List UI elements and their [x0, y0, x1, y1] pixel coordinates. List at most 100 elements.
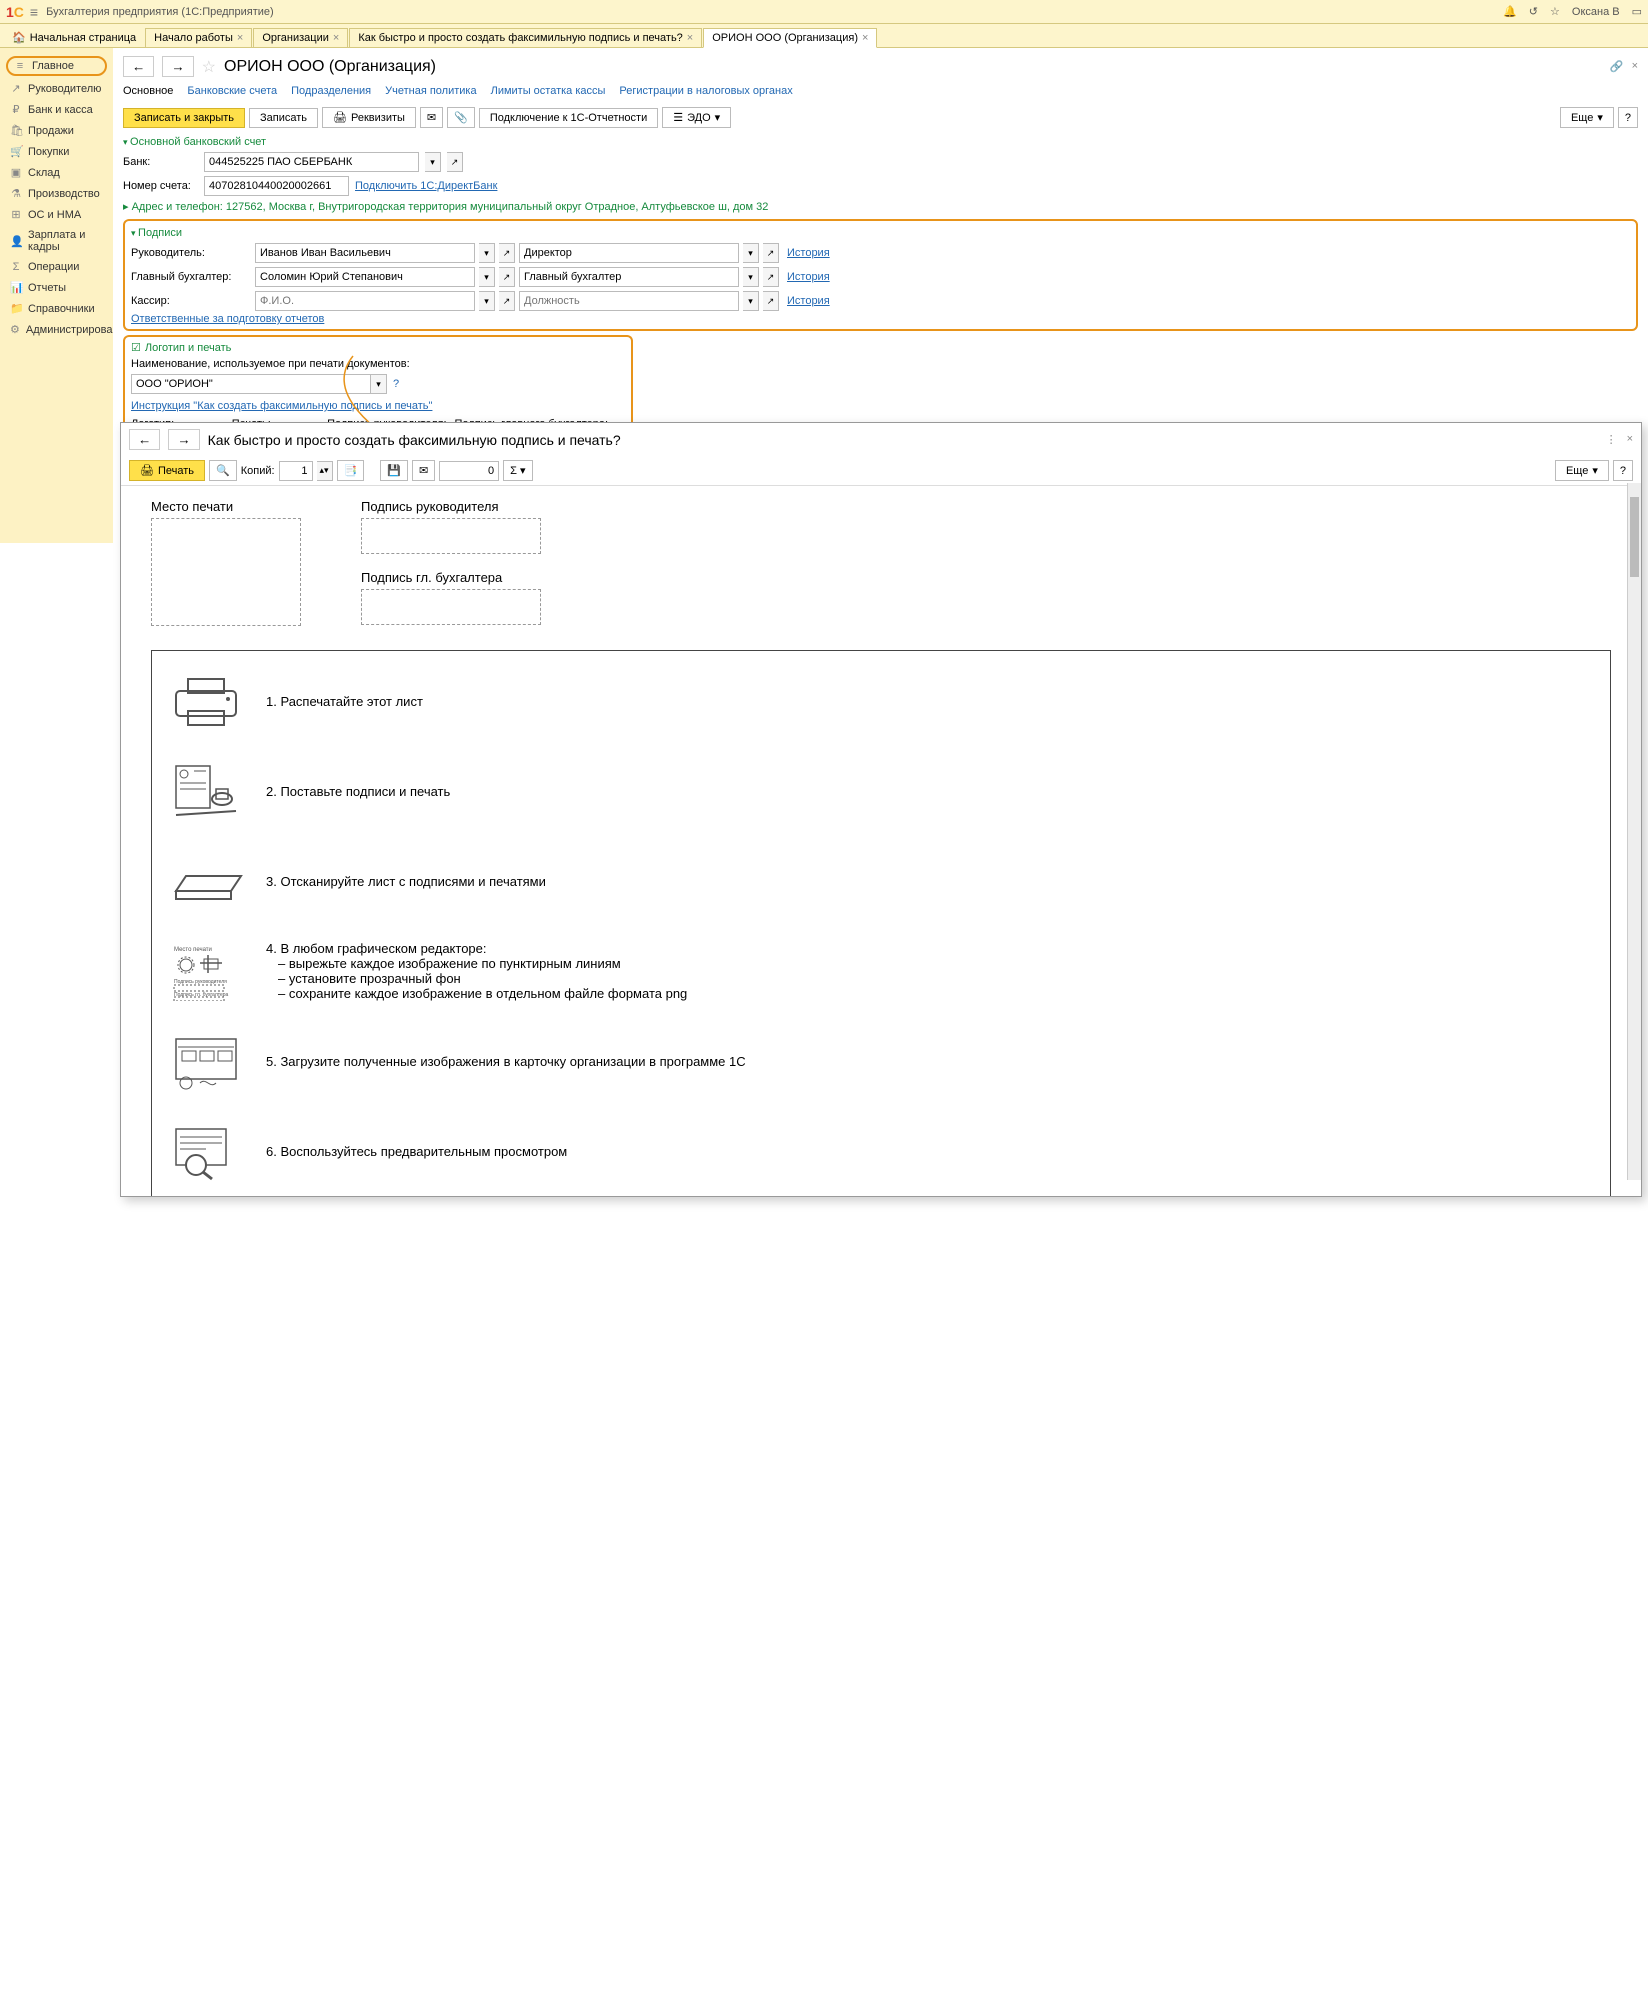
- dropdown-icon[interactable]: ▾: [479, 243, 495, 263]
- sidebar-item-warehouse[interactable]: ▣Склад: [0, 162, 113, 183]
- link-icon[interactable]: 🔗: [1610, 60, 1624, 73]
- sidebar-item-main[interactable]: ≡Главное: [6, 56, 107, 76]
- sidebar-item-salary[interactable]: 👤Зарплата и кадры: [0, 225, 113, 257]
- dropdown-icon[interactable]: ▾: [425, 152, 441, 172]
- favorite-icon[interactable]: ☆: [202, 57, 216, 77]
- dropdown-icon[interactable]: ▾: [743, 267, 759, 287]
- scrollbar[interactable]: [1627, 483, 1641, 1180]
- history-link[interactable]: История: [787, 295, 830, 307]
- close-icon[interactable]: ×: [862, 32, 868, 44]
- subnav-limits[interactable]: Лимиты остатка кассы: [491, 85, 606, 97]
- back-button[interactable]: ←: [129, 429, 160, 450]
- section-bank[interactable]: Основной банковский счет: [123, 134, 1638, 150]
- forward-button[interactable]: →: [168, 429, 199, 450]
- copies-input[interactable]: [279, 461, 313, 481]
- edo-button[interactable]: ☰ ЭДО ▾: [662, 107, 731, 128]
- help-button[interactable]: ?: [1613, 460, 1633, 481]
- open-icon[interactable]: ↗: [447, 152, 463, 172]
- attach-button[interactable]: 📎: [447, 107, 475, 128]
- directbank-link[interactable]: Подключить 1С:ДиректБанк: [355, 180, 497, 192]
- print-name-input[interactable]: [131, 374, 371, 394]
- section-address[interactable]: ▸ Адрес и телефон: 127562, Москва г, Вну…: [123, 200, 768, 213]
- star-icon[interactable]: ☆: [1550, 5, 1560, 18]
- sidebar-item-bank[interactable]: ₽Банк и касса: [0, 99, 113, 120]
- close-icon[interactable]: ×: [687, 32, 693, 44]
- ruk-name-input[interactable]: [255, 243, 475, 263]
- subnav-dept[interactable]: Подразделения: [291, 85, 371, 97]
- close-icon[interactable]: ×: [237, 32, 243, 44]
- history-link[interactable]: История: [787, 247, 830, 259]
- zero-input[interactable]: [439, 461, 499, 481]
- burger-icon[interactable]: ≡: [30, 4, 38, 20]
- tab-fax[interactable]: Как быстро и просто создать факсимильную…: [349, 28, 702, 47]
- open-icon[interactable]: ↗: [499, 291, 515, 311]
- more-button[interactable]: Еще ▾: [1560, 107, 1614, 128]
- connect-1c-button[interactable]: Подключение к 1С-Отчетности: [479, 108, 658, 128]
- open-icon[interactable]: ↗: [499, 243, 515, 263]
- subnav-main[interactable]: Основное: [123, 85, 173, 97]
- sidebar-item-admin[interactable]: ⚙Администрирование: [0, 319, 113, 340]
- acct-input[interactable]: [204, 176, 349, 196]
- open-icon[interactable]: ↗: [763, 267, 779, 287]
- sidebar-item-assets[interactable]: ⊞ОС и НМА: [0, 204, 113, 225]
- buh-pos-input[interactable]: [519, 267, 739, 287]
- more-button[interactable]: Еще ▾: [1555, 460, 1609, 481]
- tab-start[interactable]: Начало работы ×: [145, 28, 252, 47]
- sidebar-item-manager[interactable]: ↗Руководителю: [0, 78, 113, 99]
- document-preview[interactable]: Место печати Подпись руководителя Подпис…: [121, 486, 1641, 1196]
- mail-button[interactable]: ✉: [420, 107, 443, 128]
- req-button[interactable]: 🖨 Реквизиты: [322, 107, 416, 128]
- help-icon[interactable]: ?: [393, 378, 399, 390]
- back-button[interactable]: ←: [123, 56, 154, 77]
- instruction-link[interactable]: Инструкция "Как создать факсимильную под…: [131, 400, 625, 412]
- sidebar-item-production[interactable]: ⚗Производство: [0, 183, 113, 204]
- print-button[interactable]: 🖨 Печать: [129, 460, 205, 481]
- forward-button[interactable]: →: [162, 56, 193, 77]
- open-icon[interactable]: ↗: [499, 267, 515, 287]
- save-close-button[interactable]: Записать и закрыть: [123, 108, 245, 128]
- subnav-bank[interactable]: Банковские счета: [187, 85, 277, 97]
- dropdown-icon[interactable]: ▾: [479, 291, 495, 311]
- user-label[interactable]: Оксана В: [1572, 6, 1620, 18]
- dropdown-icon[interactable]: ▾: [371, 374, 387, 394]
- help-button[interactable]: ?: [1618, 107, 1638, 128]
- bank-input[interactable]: [204, 152, 419, 172]
- tab-orion[interactable]: ОРИОН ООО (Организация) ×: [703, 28, 877, 48]
- resp-link[interactable]: Ответственные за подготовку отчетов: [131, 313, 324, 325]
- sidebar-item-purchases[interactable]: 🛒Покупки: [0, 141, 113, 162]
- kas-pos-input[interactable]: [519, 291, 739, 311]
- sidebar-item-refs[interactable]: 📁Справочники: [0, 298, 113, 319]
- section-signatures[interactable]: Подписи: [131, 225, 1630, 241]
- tab-orgs[interactable]: Организации ×: [253, 28, 348, 47]
- settings-button[interactable]: 📑: [337, 460, 365, 481]
- buh-name-input[interactable]: [255, 267, 475, 287]
- sidebar-item-sales[interactable]: 🛍Продажи: [0, 120, 113, 141]
- preview-button[interactable]: 🔍: [209, 460, 237, 481]
- dropdown-icon[interactable]: ▾: [743, 291, 759, 311]
- history-link[interactable]: История: [787, 271, 830, 283]
- dropdown-icon[interactable]: ▾: [743, 243, 759, 263]
- open-icon[interactable]: ↗: [763, 291, 779, 311]
- open-icon[interactable]: ↗: [763, 243, 779, 263]
- ruk-pos-input[interactable]: [519, 243, 739, 263]
- sum-button[interactable]: Σ ▾: [503, 460, 532, 481]
- save-file-button[interactable]: 💾: [380, 460, 408, 481]
- mail-button[interactable]: ✉: [412, 460, 435, 481]
- save-button[interactable]: Записать: [249, 108, 318, 128]
- more-icon[interactable]: ⋮: [1606, 433, 1617, 446]
- logo-checkbox[interactable]: Логотип и печать: [131, 341, 625, 354]
- close-icon[interactable]: ×: [1632, 60, 1638, 73]
- spinner-icon[interactable]: ▴▾: [317, 461, 333, 481]
- sidebar-item-reports[interactable]: 📊Отчеты: [0, 277, 113, 298]
- tab-home[interactable]: 🏠 Начальная страница: [4, 28, 144, 47]
- minimize-icon[interactable]: ▭: [1632, 5, 1642, 18]
- dropdown-icon[interactable]: ▾: [479, 267, 495, 287]
- sidebar-item-operations[interactable]: ΣОперации: [0, 257, 113, 277]
- kas-name-input[interactable]: [255, 291, 475, 311]
- subnav-policy[interactable]: Учетная политика: [385, 85, 476, 97]
- close-icon[interactable]: ×: [1627, 433, 1633, 446]
- history-icon[interactable]: ↺: [1529, 5, 1538, 18]
- bell-icon[interactable]: 🔔: [1503, 5, 1517, 18]
- close-icon[interactable]: ×: [333, 32, 339, 44]
- subnav-tax[interactable]: Регистрации в налоговых органах: [619, 85, 792, 97]
